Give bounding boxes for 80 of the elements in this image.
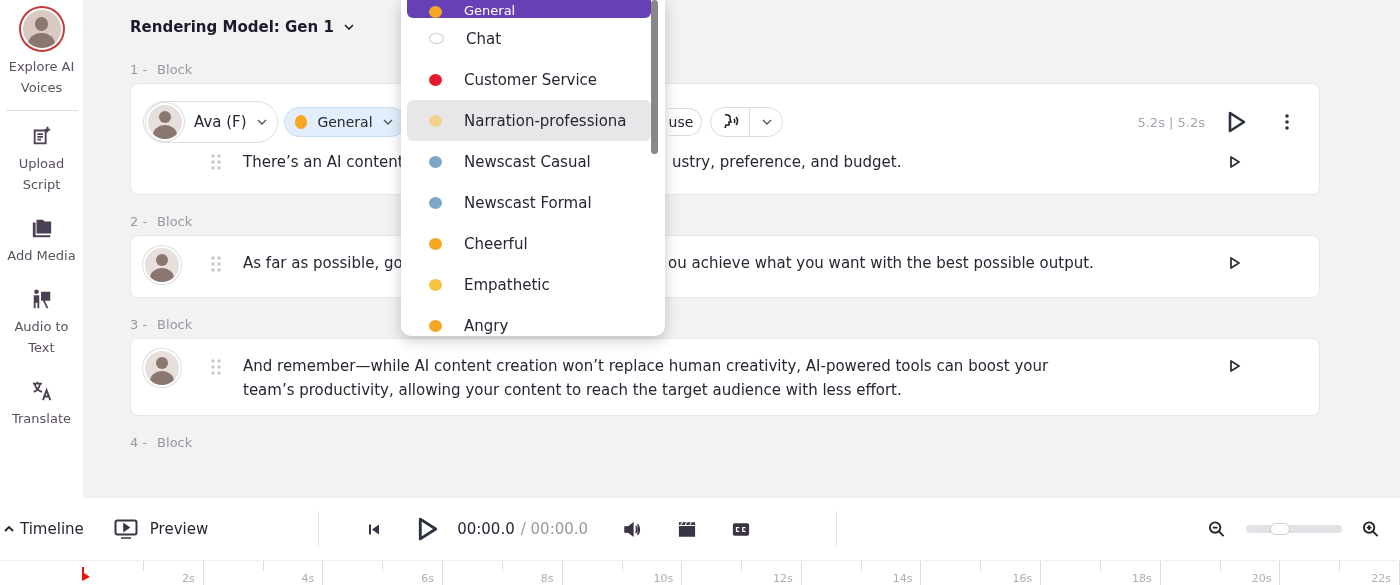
- block-text[interactable]: As far as possible, go: [243, 251, 404, 275]
- sidebar-item[interactable]: Translate: [1, 366, 82, 437]
- menu-item[interactable]: Empathetic: [407, 264, 651, 305]
- ruler-label: 6s: [421, 572, 434, 585]
- caret-icon: [343, 24, 354, 30]
- sidebar-item[interactable]: Audio to Text: [1, 274, 82, 366]
- style-icon: [429, 114, 442, 127]
- play-icon[interactable]: [1227, 111, 1247, 133]
- ruler-label: 14s: [892, 572, 913, 585]
- ruler-label: 8s: [540, 572, 554, 585]
- rendering-model-dropdown[interactable]: Rendering Model: Gen 1: [130, 18, 354, 36]
- sidebar-item[interactable]: Add Media: [1, 203, 82, 274]
- clapperboard-icon[interactable]: [678, 520, 697, 538]
- block-label: Block: [157, 214, 193, 229]
- zoom-slider[interactable]: [1246, 525, 1342, 533]
- block-number: 1 -: [130, 62, 148, 77]
- zoom-out-icon[interactable]: [1208, 520, 1226, 538]
- block-text[interactable]: ustry, preference, and budget.: [672, 150, 1133, 174]
- block-number: 2 -: [130, 214, 148, 229]
- style-icon: [429, 319, 442, 332]
- ruler-label: 10s: [653, 572, 674, 585]
- caret-icon: [382, 119, 393, 125]
- block-number: 3 -: [130, 317, 148, 332]
- ruler-label: 2s: [181, 572, 195, 585]
- ruler-label: 20s: [1251, 572, 1272, 585]
- current-time: 00:00.0: [457, 520, 515, 538]
- play-icon[interactable]: [1229, 359, 1241, 373]
- caret-icon: [762, 119, 773, 125]
- ruler-label: 12s: [773, 572, 793, 585]
- style-icon: [429, 155, 442, 168]
- ruler-label: 22s: [1371, 572, 1392, 585]
- preview-button[interactable]: Preview: [113, 519, 209, 539]
- duration-text: 5.2s | 5.2s: [1137, 114, 1205, 130]
- style-icon: [429, 6, 442, 18]
- monitor-play-icon: [113, 519, 138, 539]
- avatar-icon: [143, 349, 181, 387]
- avatar-icon: [146, 103, 184, 141]
- volume-icon[interactable]: [624, 520, 643, 538]
- menu-item[interactable]: Narration-professiona: [407, 100, 651, 141]
- avatar-icon: [20, 8, 63, 50]
- style-icon: [429, 278, 442, 291]
- style-icon: [429, 237, 442, 250]
- play-icon[interactable]: [1229, 256, 1241, 270]
- style-icon: [429, 196, 442, 209]
- avatar-icon: [143, 246, 181, 284]
- menu-item[interactable]: Customer Service: [407, 59, 651, 100]
- menu-item[interactable]: General: [407, 0, 651, 18]
- menu-item[interactable]: Newscast Formal: [407, 182, 651, 223]
- timeline-toggle[interactable]: Timeline: [4, 520, 84, 538]
- style-icon: [429, 73, 442, 86]
- block-label: Block: [157, 317, 193, 332]
- total-time: / 00:00.0: [520, 520, 589, 538]
- ruler-label: 18s: [1132, 572, 1152, 585]
- menu-item[interactable]: Chat: [407, 18, 651, 59]
- sidebar-item[interactable]: Upload Script: [1, 111, 82, 203]
- menu-item[interactable]: Angry: [407, 305, 651, 336]
- zoom-in-icon[interactable]: [1362, 520, 1380, 538]
- ruler-label: 4s: [301, 572, 315, 585]
- block-label: Block: [157, 435, 193, 450]
- drag-handle-icon[interactable]: [211, 154, 221, 170]
- playhead-icon[interactable]: [82, 565, 90, 583]
- style-icon: [429, 33, 444, 44]
- play-icon[interactable]: [417, 516, 440, 542]
- more-options-icon[interactable]: [1285, 114, 1289, 130]
- play-icon[interactable]: [1229, 155, 1241, 169]
- captions-icon[interactable]: [732, 520, 751, 538]
- translate-icon: [30, 380, 53, 402]
- sidebar-item[interactable]: Explore AI Voices: [1, 0, 82, 110]
- scrollbar-thumb[interactable]: [651, 0, 658, 154]
- caret-icon: [256, 119, 267, 125]
- drag-handle-icon[interactable]: [211, 256, 221, 272]
- caret-up-icon: [4, 526, 14, 532]
- menu-item[interactable]: Newscast Casual: [407, 141, 651, 182]
- menu-item[interactable]: Cheerful: [407, 223, 651, 264]
- ruler-label: 16s: [1012, 572, 1033, 585]
- block-number: 4 -: [130, 435, 148, 450]
- drag-handle-icon[interactable]: [211, 359, 221, 375]
- block-text[interactable]: And remember—while AI content creation won’t replace human creativity, AI-powered tools can boost your team’s productivity, allowing your content to reach the target audience with less effort.: [243, 354, 1103, 402]
- block-text[interactable]: ou achieve what you want with the best possible output.: [668, 251, 1133, 275]
- block-label: Block: [157, 62, 193, 77]
